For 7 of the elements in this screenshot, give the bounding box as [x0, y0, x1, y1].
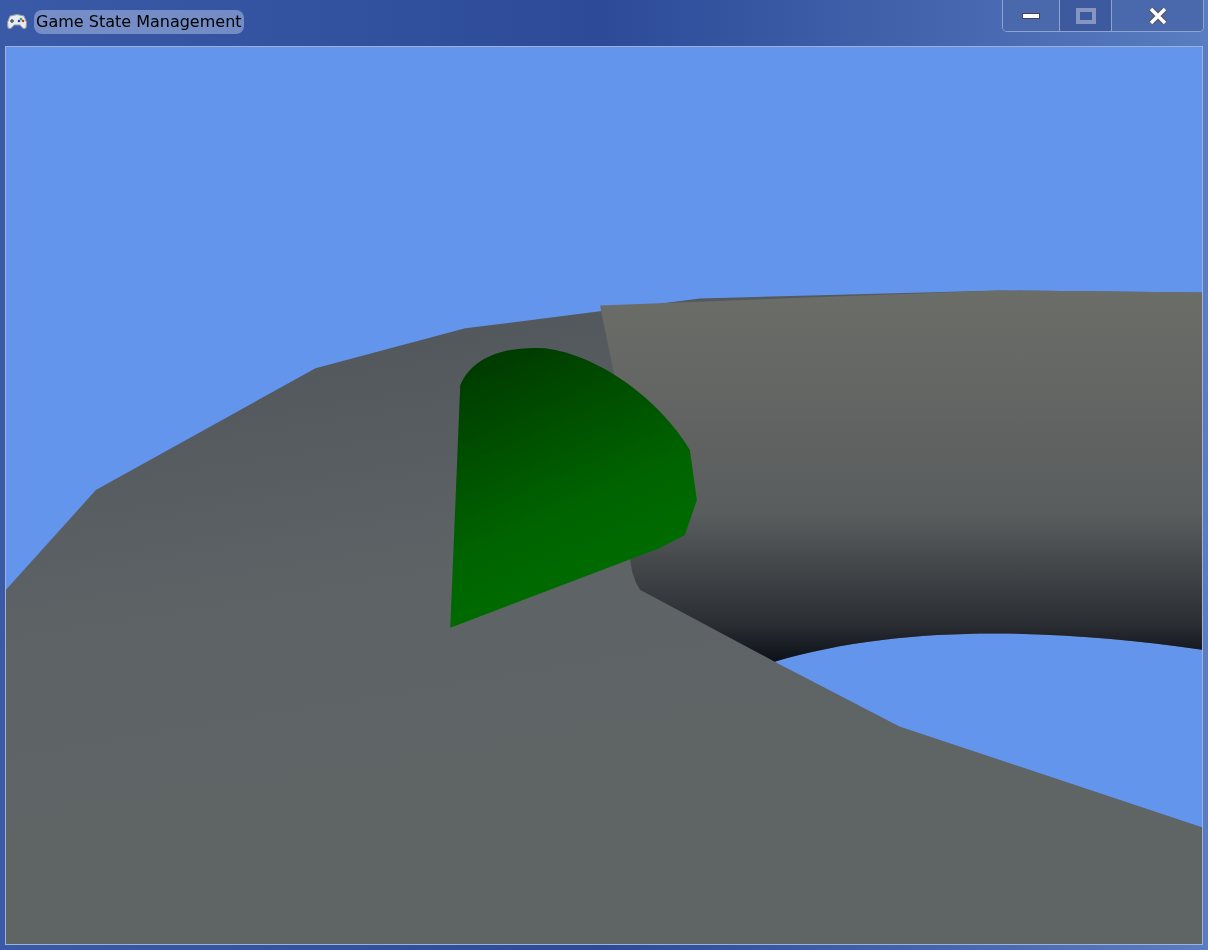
window-title: Game State Management: [34, 10, 244, 34]
minimize-icon: [1022, 12, 1040, 19]
close-button[interactable]: [1111, 0, 1203, 31]
maximize-icon: [1075, 7, 1096, 24]
gamepad-icon: [6, 13, 28, 31]
close-icon: [1148, 7, 1167, 24]
minimize-button[interactable]: [1003, 0, 1059, 31]
